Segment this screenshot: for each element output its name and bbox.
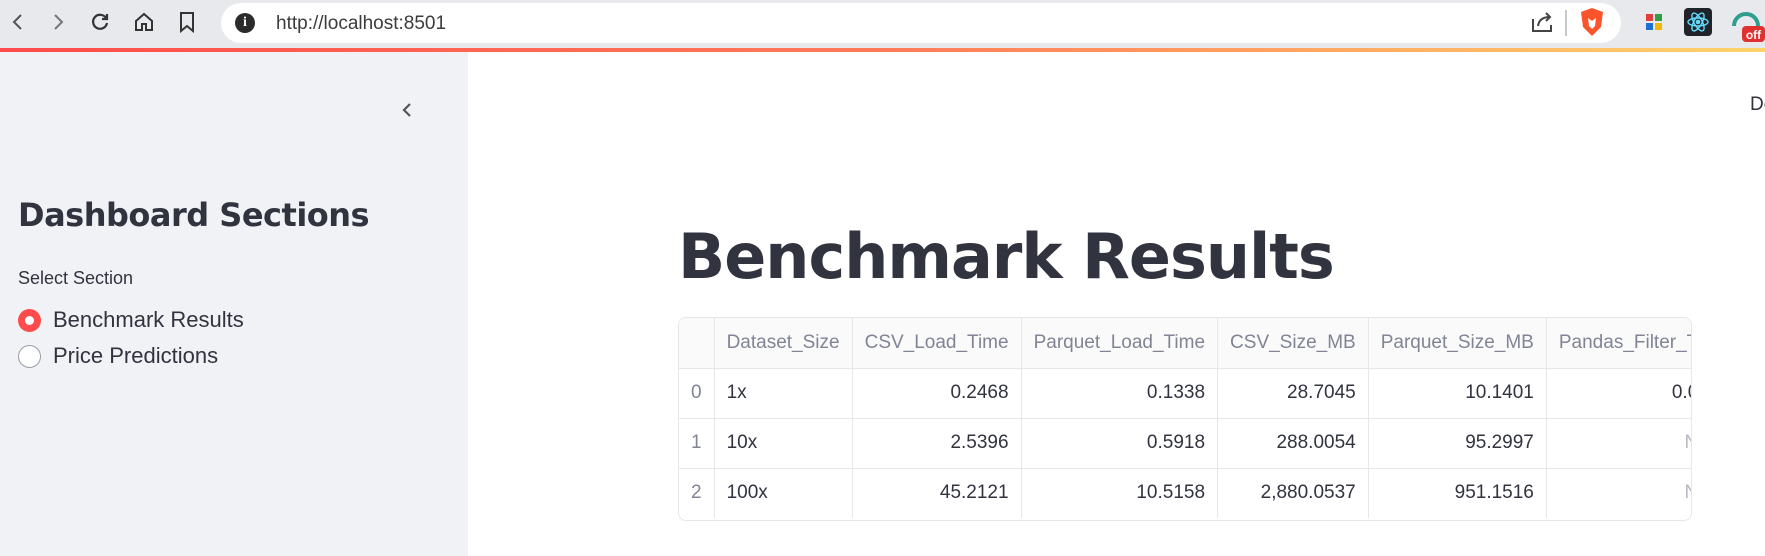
column-header-parquet-size-mb[interactable]: Parquet_Size_MB — [1368, 318, 1547, 369]
sidebar: Dashboard Sections Select Section Benchm… — [0, 52, 468, 556]
table-cell[interactable]: 288.0054 — [1217, 418, 1369, 469]
table-cell-null[interactable]: N — [1546, 418, 1691, 469]
column-header-dataset-size[interactable]: Dataset_Size — [714, 318, 853, 369]
chevron-left-icon — [402, 103, 411, 117]
radio-group-label: Select Section — [18, 268, 134, 288]
info-icon[interactable]: i — [235, 13, 255, 33]
table-cell[interactable]: 10.1401 — [1368, 368, 1547, 419]
back-icon[interactable] — [0, 4, 36, 40]
table-row: 2 100x 45.2121 10.5158 2,880.0537 951.15… — [679, 468, 1691, 518]
table-cell-null[interactable]: N — [1546, 468, 1691, 518]
column-header-index[interactable] — [679, 318, 715, 369]
table-cell[interactable]: 28.7045 — [1217, 368, 1369, 419]
table-cell[interactable]: 2.5396 — [852, 418, 1022, 469]
column-header-pandas-filter-time[interactable]: Pandas_Filter_T — [1546, 318, 1691, 369]
sidebar-heading: Dashboard Sections — [18, 196, 370, 234]
table-cell[interactable]: 0.0 — [1546, 368, 1691, 419]
table-cell[interactable]: 10x — [714, 418, 853, 469]
table-row: 0 1x 0.2468 0.1338 28.7045 10.1401 0.0 — [679, 368, 1691, 419]
share-icon[interactable] — [1529, 9, 1555, 40]
table-cell[interactable]: 95.2997 — [1368, 418, 1547, 469]
column-header-parquet-load-time[interactable]: Parquet_Load_Time — [1021, 318, 1219, 369]
top-right-text[interactable]: De — [1750, 94, 1765, 116]
row-index[interactable]: 1 — [679, 418, 715, 469]
collapse-sidebar-button[interactable] — [393, 96, 421, 124]
reload-icon[interactable] — [82, 4, 118, 40]
table-cell[interactable]: 1x — [714, 368, 853, 419]
table-cell[interactable]: 45.2121 — [852, 468, 1022, 518]
extension-icon[interactable] — [1640, 8, 1668, 36]
radio-selected-icon[interactable] — [18, 308, 41, 332]
bookmark-icon[interactable] — [169, 4, 205, 40]
row-index[interactable]: 0 — [679, 368, 715, 419]
radio-option-label: Benchmark Results — [53, 307, 244, 332]
radio-option-price-predictions[interactable]: Price Predictions — [18, 343, 218, 369]
table-header-row: Dataset_Size CSV_Load_Time Parquet_Load_… — [679, 318, 1691, 369]
column-header-csv-size-mb[interactable]: CSV_Size_MB — [1217, 318, 1369, 369]
table-cell[interactable]: 951.1516 — [1368, 468, 1547, 518]
url-text[interactable]: http://localhost:8501 — [276, 13, 446, 35]
address-bar[interactable]: i http://localhost:8501 — [221, 3, 1621, 43]
benchmark-table[interactable]: Dataset_Size CSV_Load_Time Parquet_Load_… — [678, 317, 1692, 521]
table-cell[interactable]: 100x — [714, 468, 853, 518]
home-icon[interactable] — [126, 4, 162, 40]
row-index[interactable]: 2 — [679, 468, 715, 518]
radio-option-label: Price Predictions — [53, 343, 219, 368]
table-cell[interactable]: 0.5918 — [1021, 418, 1219, 469]
table-cell[interactable]: 2,880.0537 — [1217, 468, 1369, 518]
table-row: 1 10x 2.5396 0.5918 288.0054 95.2997 N — [679, 418, 1691, 469]
table-cell[interactable]: 10.5158 — [1021, 468, 1219, 518]
page-title: Benchmark Results — [678, 220, 1335, 293]
toolbar-divider — [1565, 10, 1567, 36]
forward-icon[interactable] — [40, 4, 76, 40]
browser-toolbar: i http://localhost:8501 off — [0, 0, 1765, 48]
radio-unselected-icon[interactable] — [18, 344, 41, 368]
extension-off-icon[interactable]: off — [1730, 8, 1765, 42]
table-cell[interactable]: 0.2468 — [852, 368, 1022, 419]
radio-option-benchmark-results[interactable]: Benchmark Results — [18, 307, 244, 333]
extension-badge: off — [1746, 28, 1762, 42]
react-devtools-icon[interactable] — [1684, 8, 1712, 36]
table-cell[interactable]: 0.1338 — [1021, 368, 1219, 419]
brave-shield-icon[interactable] — [1579, 7, 1605, 42]
column-header-csv-load-time[interactable]: CSV_Load_Time — [852, 318, 1022, 369]
